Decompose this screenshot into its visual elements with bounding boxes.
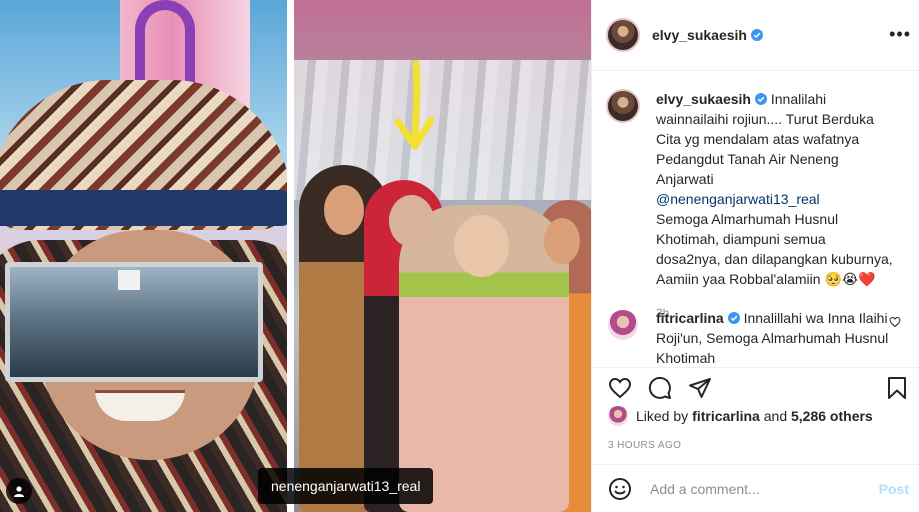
caption-body: elvy_sukaesih Innalilahi wainnailaihi ro… [656, 89, 894, 323]
right-photo-group [294, 0, 591, 512]
comment-like-heart-icon[interactable] [889, 316, 901, 328]
collage-divider [287, 0, 294, 512]
author-avatar[interactable] [606, 18, 640, 52]
face-red-hijab [389, 195, 434, 247]
caption-mention[interactable]: @nenenganjarwati13_real [656, 191, 820, 207]
likes-middle: and [759, 408, 791, 424]
hat-band [0, 190, 287, 226]
emoji-icon[interactable] [608, 477, 632, 501]
liker-avatar[interactable] [608, 406, 628, 426]
left-photo-selfie [0, 0, 287, 512]
face-right [544, 218, 580, 264]
commenter-avatar[interactable] [606, 308, 640, 342]
add-comment-bar: Post [592, 464, 919, 512]
action-bar [592, 367, 919, 408]
likes-summary: Liked by fitricarlina and 5,286 others [608, 406, 873, 426]
verified-badge-icon [750, 29, 763, 41]
share-paper-plane-icon[interactable] [688, 376, 712, 400]
post-comment-button[interactable]: Post [879, 481, 909, 497]
user-icon [14, 486, 24, 497]
author-username[interactable]: elvy_sukaesih [652, 27, 747, 43]
post-header: elvy_sukaesih ••• [592, 0, 919, 71]
caption-username[interactable]: elvy_sukaesih [656, 91, 751, 107]
verified-badge-icon [754, 93, 767, 105]
more-options-button[interactable]: ••• [889, 24, 911, 45]
instagram-post: nenenganjarwati13_real elvy_sukaesih •••… [0, 0, 919, 512]
sunglasses-bridge [118, 270, 140, 290]
yellow-arrow-icon [394, 60, 434, 150]
comment-item: fitricarlina Innalillahi wa Inna Ilaihi … [606, 308, 906, 367]
comment-input[interactable] [648, 479, 862, 498]
tagged-users-button[interactable] [6, 478, 32, 504]
likes-count[interactable]: 5,286 others [791, 408, 873, 424]
comment-bubble-icon[interactable] [648, 376, 672, 400]
likes-prefix: Liked by [636, 408, 689, 424]
photo-user-tag[interactable]: nenenganjarwati13_real [258, 468, 434, 504]
face-green-scarf [454, 215, 509, 277]
verified-badge-icon [727, 312, 740, 324]
face-man [324, 185, 364, 235]
comments-section: elvy_sukaesih Innalilahi wainnailaihi ro… [592, 71, 919, 367]
liker-username[interactable]: fitricarlina [692, 408, 760, 424]
like-heart-icon[interactable] [608, 376, 632, 400]
commenter-username[interactable]: fitricarlina [656, 310, 724, 326]
caption-comment: elvy_sukaesih Innalilahi wainnailaihi ro… [606, 89, 906, 323]
post-sidebar: elvy_sukaesih ••• elvy_sukaesih Innalila… [591, 0, 919, 512]
post-media[interactable]: nenenganjarwati13_real [0, 0, 591, 512]
comment-body: fitricarlina Innalillahi wa Inna Ilaihi … [656, 308, 894, 367]
save-bookmark-icon[interactable] [885, 376, 909, 400]
caption-emojis: 🥺😭❤️ [824, 271, 876, 287]
caption-avatar[interactable] [606, 89, 640, 123]
post-timestamp[interactable]: 3 HOURS AGO [608, 440, 681, 451]
